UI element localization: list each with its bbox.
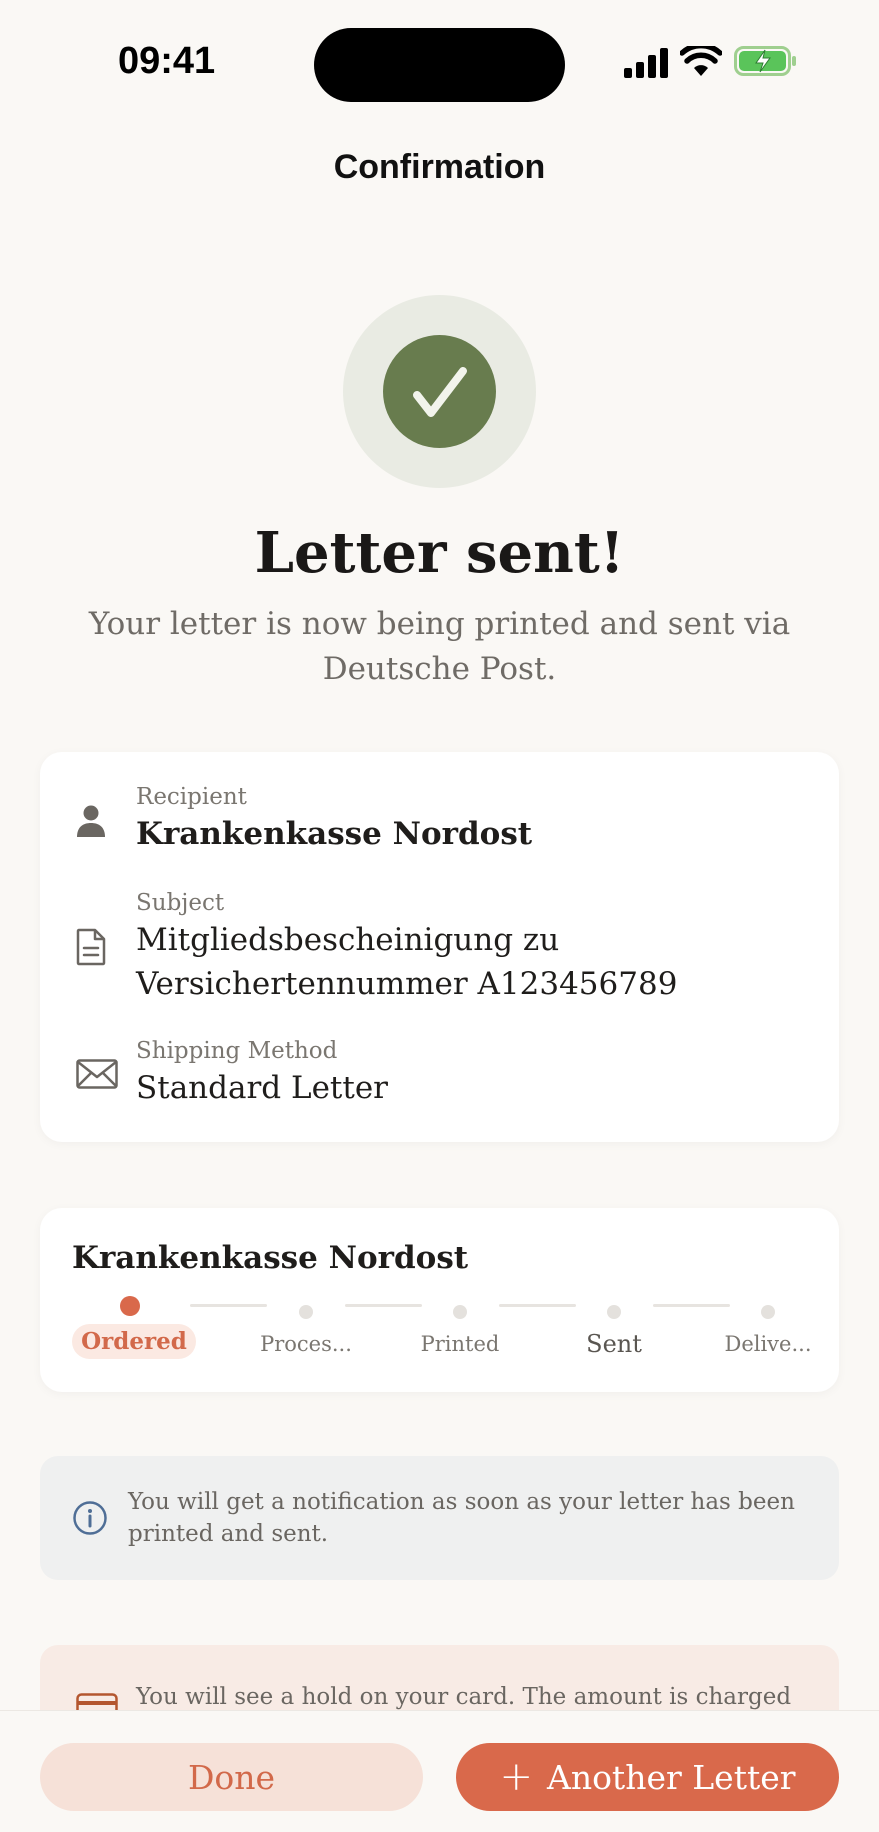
dynamic-island: [314, 28, 565, 102]
bottom-action-bar: Done + Another Letter: [0, 1710, 879, 1832]
document-icon: [76, 928, 106, 966]
tracking-card: Krankenkasse Nordost Ordered Proces... P…: [40, 1208, 839, 1392]
success-headline: Letter sent!: [254, 520, 625, 586]
tracking-title: Krankenkasse Nordost: [72, 1240, 469, 1276]
step-label-sent: Sent: [586, 1330, 642, 1358]
another-letter-label: Another Letter: [546, 1757, 796, 1797]
notification-info-text: You will get a notification as soon as y…: [128, 1489, 795, 1547]
step-dot-sent: [607, 1305, 621, 1319]
shipping-value: Standard Letter: [136, 1070, 388, 1106]
person-icon: [77, 805, 105, 837]
step-dot-delivered: [761, 1305, 775, 1319]
step-dot-processing: [299, 1305, 313, 1319]
another-letter-button[interactable]: + Another Letter: [456, 1743, 839, 1811]
shipping-label: Shipping Method: [136, 1038, 338, 1064]
recipient-label: Recipient: [136, 784, 247, 810]
checkmark-icon: [413, 367, 467, 417]
status-time: 09:41: [118, 40, 216, 82]
step-dot-printed: [453, 1305, 467, 1319]
page-title: Confirmation: [333, 148, 546, 186]
subject-value: Mitgliedsbescheinigung zu Versichertennu…: [136, 922, 678, 1002]
battery-charging-icon: [734, 46, 796, 76]
success-badge: [383, 335, 496, 448]
step-connector: [653, 1304, 730, 1307]
step-connector: [190, 1304, 267, 1307]
status-bar: 09:41: [0, 0, 879, 130]
step-label-processing: Proces...: [260, 1332, 352, 1356]
info-icon: [73, 1501, 107, 1535]
subject-label: Subject: [136, 890, 225, 916]
success-subline: Your letter is now being printed and sen…: [88, 606, 791, 687]
step-connector: [499, 1304, 576, 1307]
done-button-label: Done: [187, 1757, 276, 1797]
done-button[interactable]: Done: [40, 1743, 423, 1811]
step-label-printed: Printed: [420, 1332, 500, 1356]
recipient-value: Krankenkasse Nordost: [136, 816, 533, 852]
step-label-delivered: Delive...: [724, 1332, 812, 1356]
notification-info-box: You will get a notification as soon as y…: [40, 1456, 839, 1580]
step-connector: [345, 1304, 422, 1307]
wifi-icon: [680, 46, 722, 76]
step-dot-ordered: [120, 1296, 140, 1316]
envelope-icon: [76, 1059, 118, 1089]
cellular-signal-icon: [624, 48, 668, 78]
step-label-ordered: Ordered: [72, 1324, 196, 1359]
letter-details-card: Recipient Krankenkasse Nordost Subject M…: [40, 752, 839, 1142]
plus-icon: +: [499, 1754, 533, 1800]
card-hold-text: You will see a hold on your card. The am…: [136, 1684, 792, 1710]
